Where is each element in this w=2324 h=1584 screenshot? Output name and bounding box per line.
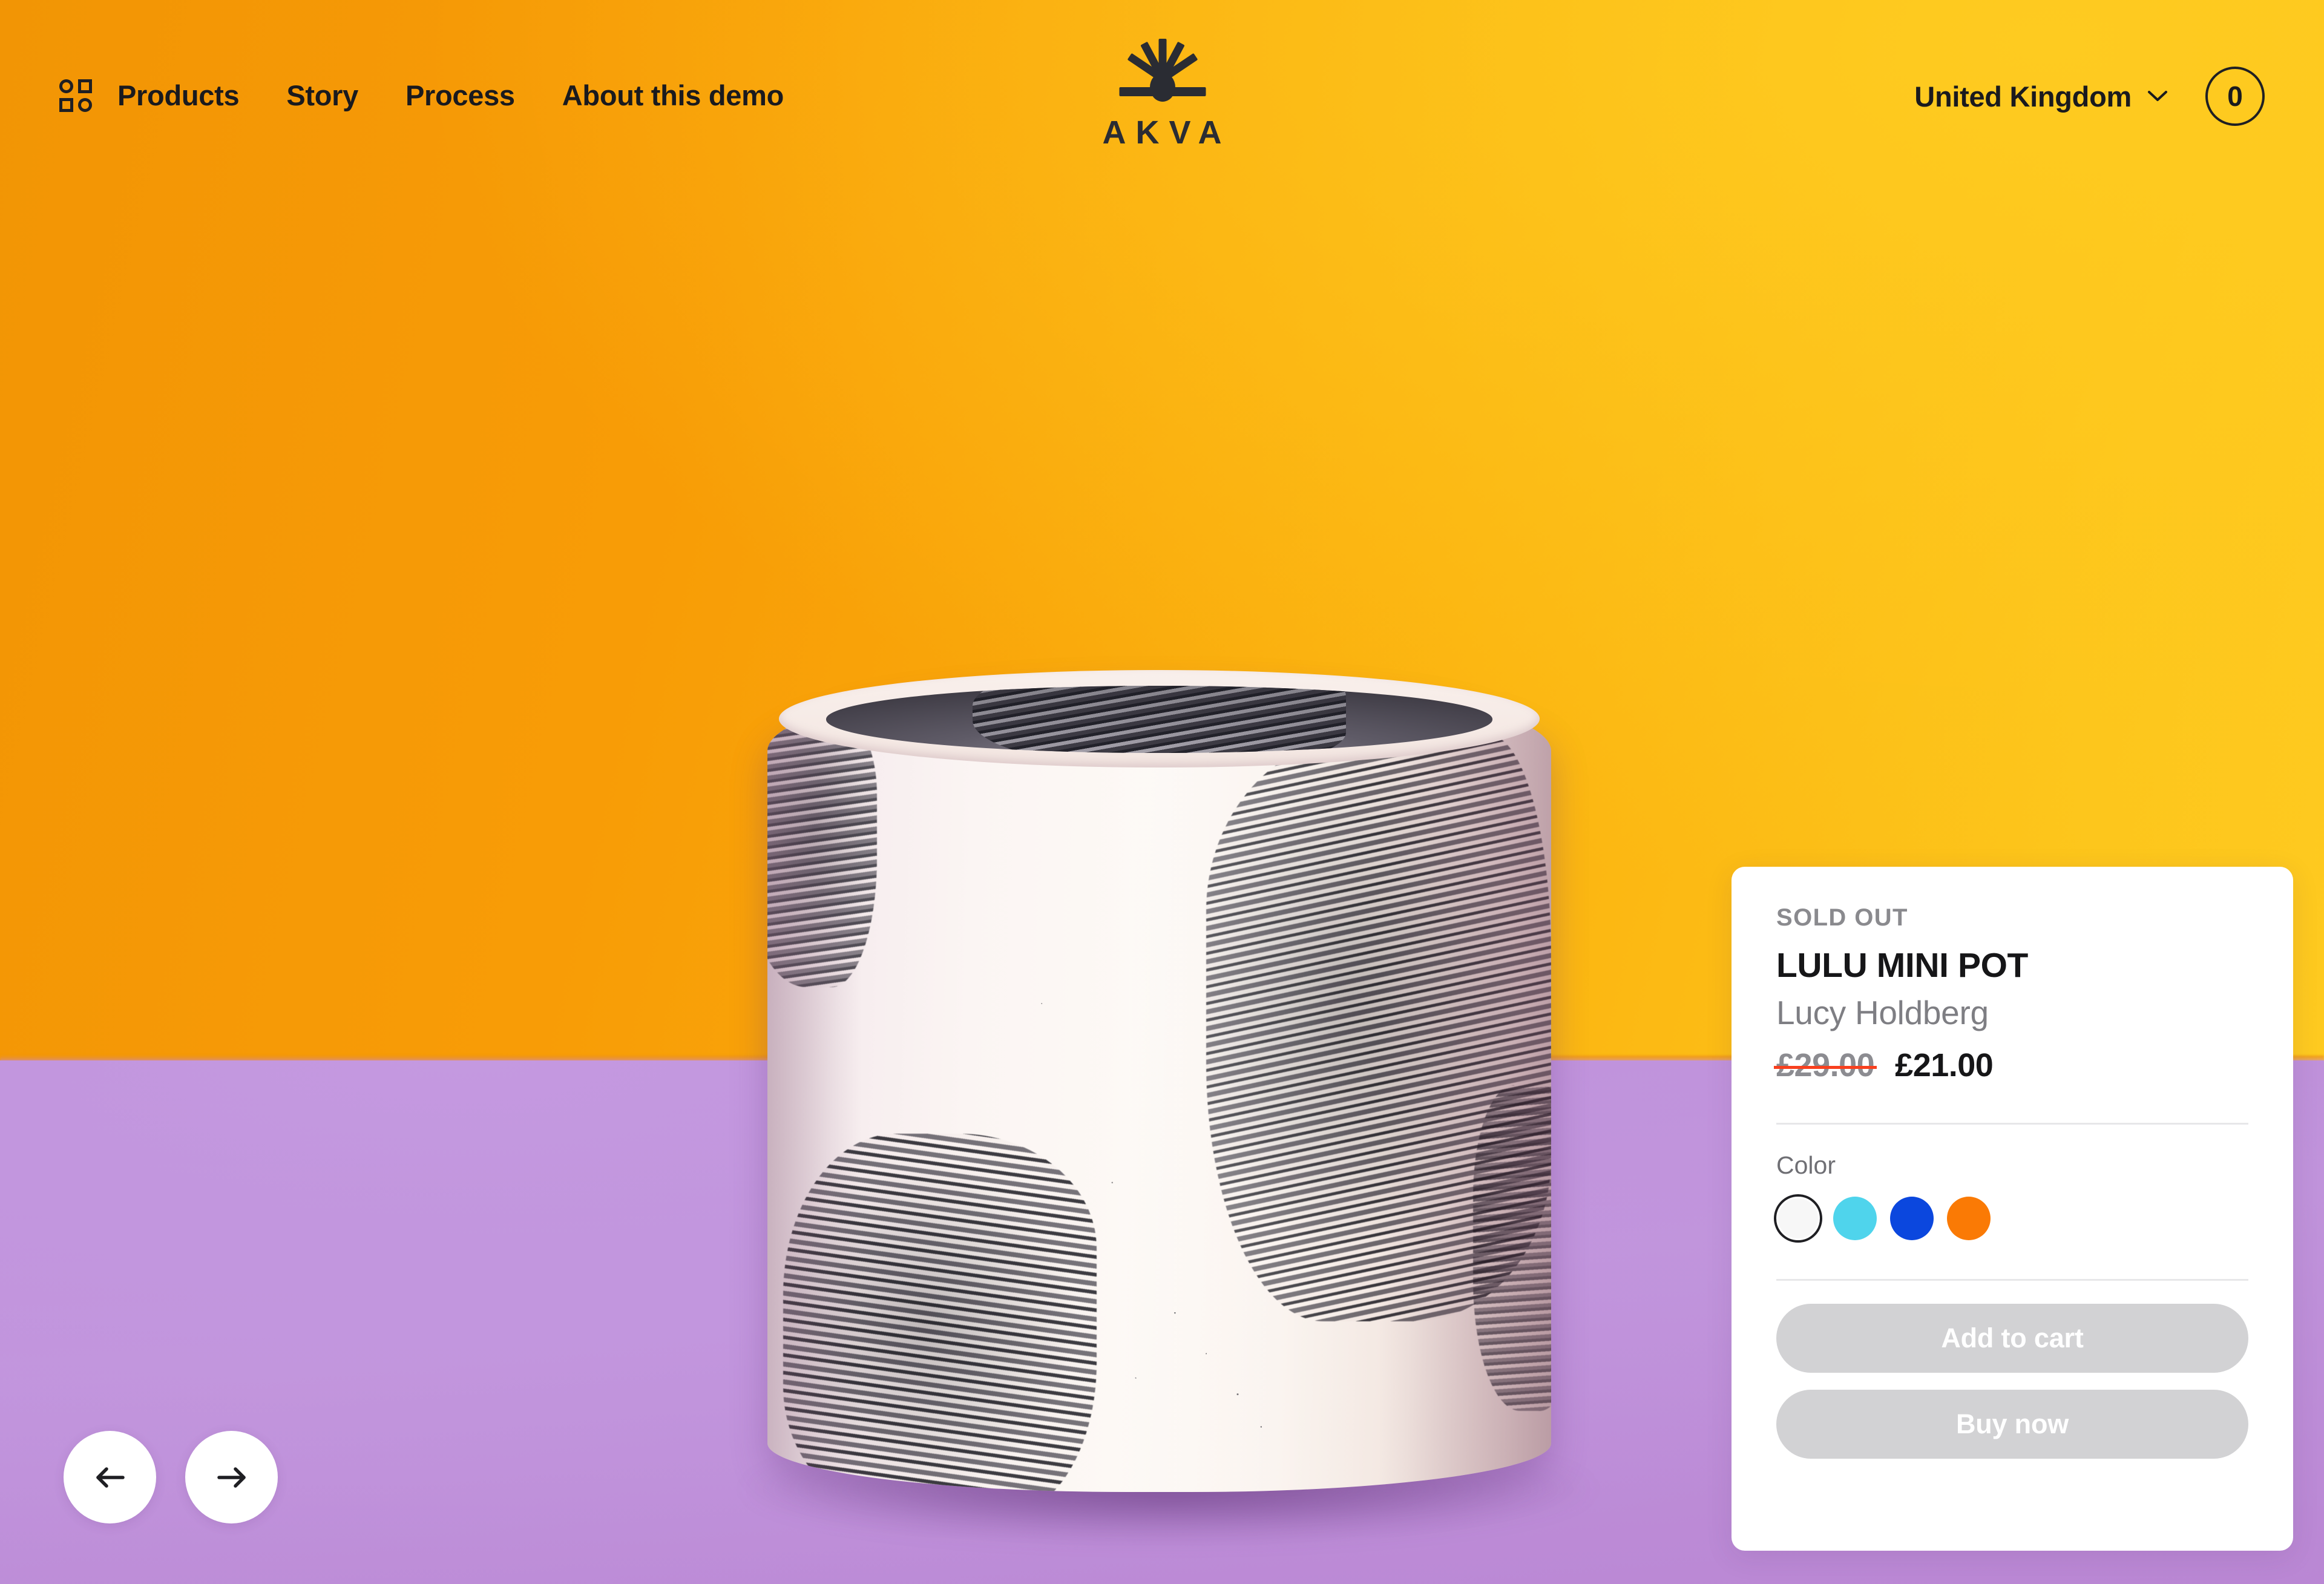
site-header: Products Story Process About this demo A… [0,0,2324,182]
color-swatch-white[interactable] [1776,1196,1820,1240]
status-badge: SOLD OUT [1776,904,1908,931]
carousel-next-button[interactable] [185,1431,278,1523]
buy-now-button[interactable]: Buy now [1776,1389,2248,1459]
color-swatch-turquoise[interactable] [1833,1196,1877,1240]
arrow-left-icon [96,1467,125,1488]
header-utilities: United Kingdom 0 [1914,67,2265,126]
cart-button[interactable]: 0 [2205,67,2265,126]
nav-link-story[interactable]: Story [286,79,358,112]
nav-link-products[interactable]: Products [117,79,240,112]
cart-item-count: 0 [2227,81,2243,112]
divider-above-actions [1776,1278,2248,1281]
add-to-cart-button[interactable]: Add to cart [1776,1303,2248,1373]
brand-wordmark: AKVA [1102,114,1232,151]
chevron-down-icon [2148,91,2167,101]
product-artist: Lucy Holdberg [1776,993,1989,1031]
carousel-controls [64,1431,278,1523]
grid-icon[interactable] [59,79,92,112]
product-title: LULU MINI POT [1776,946,2028,985]
product-image-lulu-mini-pot [767,669,1551,1492]
arrow-right-icon [217,1467,246,1488]
nav-link-about-demo[interactable]: About this demo [562,79,784,112]
price-current: £21.00 [1895,1047,1994,1083]
primary-navigation: Products Story Process About this demo [59,79,784,112]
product-detail-card: SOLD OUT LULU MINI POT Lucy Holdberg £29… [1732,867,2293,1551]
pot-speckle-texture [767,678,1551,1492]
grid-icon-circle-top-left [59,79,73,93]
grid-icon-circle-bottom-right [78,97,92,112]
color-swatch-orange[interactable] [1947,1196,1991,1240]
pot-interior-ink [973,686,1346,753]
sunburst-icon [1118,39,1206,102]
product-actions: Add to cart Buy now [1776,1303,2248,1459]
region-selector[interactable]: United Kingdom [1914,80,2168,113]
color-swatch-group [1776,1196,2248,1240]
region-selector-label: United Kingdom [1914,80,2132,113]
pot-cylinder-body [767,678,1551,1492]
brand-logo[interactable]: AKVA [1092,35,1231,151]
price-row: £29.00 £21.00 [1773,1047,2248,1084]
grid-icon-square-bottom-left [59,97,73,112]
grid-icon-square-top-right [78,79,92,93]
carousel-prev-button[interactable] [64,1431,156,1523]
divider-above-color [1776,1122,2248,1125]
price-original: £29.00 [1773,1047,1877,1083]
nav-link-process[interactable]: Process [405,79,515,112]
pot-interior-opening [826,686,1492,753]
color-section-label: Color [1776,1151,1836,1179]
color-swatch-blue[interactable] [1890,1196,1934,1240]
